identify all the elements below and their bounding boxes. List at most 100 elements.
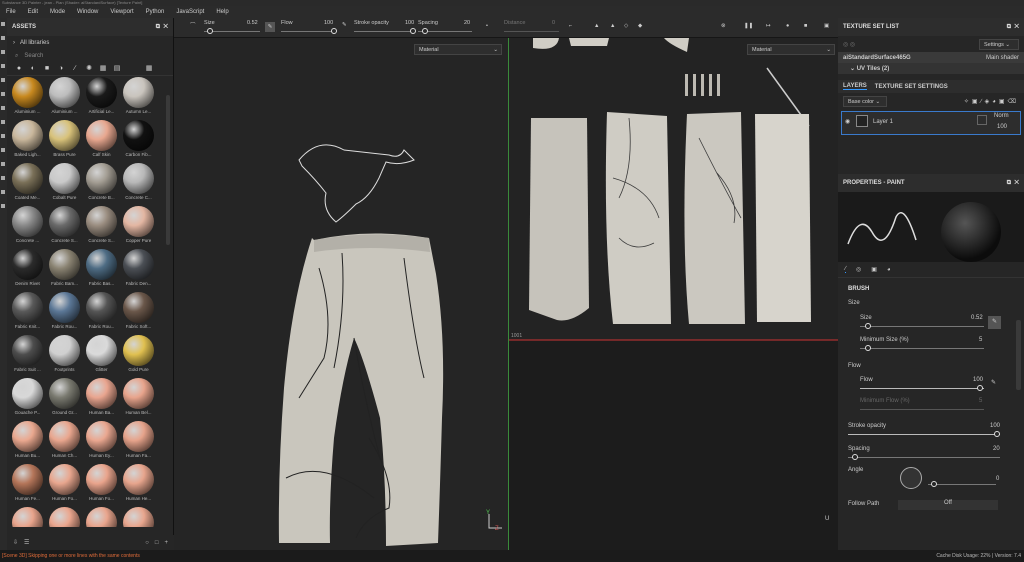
- toolbar-flow-value[interactable]: 100: [324, 20, 333, 26]
- menu-item-window[interactable]: Window: [71, 9, 104, 15]
- visibility-icons[interactable]: ◎ ◎: [843, 41, 855, 48]
- assets-scrollbar[interactable]: [166, 95, 170, 245]
- flow-pressure-icon[interactable]: ✎: [342, 22, 347, 28]
- viewport-3d[interactable]: Material ⌄ Y Z: [174, 38, 508, 550]
- flow-value[interactable]: 100: [973, 377, 983, 383]
- material-tile[interactable]: Carbon Fib...: [120, 120, 157, 163]
- material-tile[interactable]: Human Fo...: [83, 464, 120, 507]
- material-tile[interactable]: Human Ey...: [83, 421, 120, 464]
- angle-slider[interactable]: [928, 484, 996, 485]
- material-tab-icon[interactable]: ◕: [887, 267, 891, 273]
- menu-item-python[interactable]: Python: [140, 9, 171, 15]
- material-tile[interactable]: Fabric Suit ...: [9, 335, 46, 378]
- mask-filter-icon[interactable]: ■: [43, 65, 51, 73]
- material-tile[interactable]: Human Ch...: [46, 421, 83, 464]
- material-tile[interactable]: Human Ba...: [83, 378, 120, 421]
- material-tile[interactable]: [120, 507, 157, 527]
- material-tile[interactable]: Calf Skin: [83, 120, 120, 163]
- flow-slider[interactable]: [860, 388, 984, 389]
- stroke-opacity-slider[interactable]: [848, 434, 1000, 435]
- viewport-2d[interactable]: Material ⌄ 1001 U: [508, 38, 839, 550]
- spacing-slider[interactable]: [848, 457, 1000, 458]
- toolbar-flow-knob[interactable]: [331, 28, 337, 34]
- material-tile[interactable]: Cobalt Pure: [46, 163, 83, 206]
- menu-item-edit[interactable]: Edit: [22, 9, 44, 15]
- close-view-icon[interactable]: ⊗: [721, 23, 726, 29]
- straight-line-icon[interactable]: ⌐: [569, 23, 572, 29]
- shape-icon-2[interactable]: ▲: [610, 23, 615, 29]
- size-knob[interactable]: [865, 323, 871, 329]
- material-tile[interactable]: Fabric Rou...: [83, 292, 120, 335]
- material-tile[interactable]: Fabric Knit...: [9, 292, 46, 335]
- material-tile[interactable]: Gouache P...: [9, 378, 46, 421]
- material-tile[interactable]: Concrete S...: [46, 206, 83, 249]
- material-tile[interactable]: Baked Ligh...: [9, 120, 46, 163]
- min-size-knob[interactable]: [865, 345, 871, 351]
- alpha-tab-icon[interactable]: ◎: [856, 266, 861, 273]
- material-tile[interactable]: Brass Pure: [46, 120, 83, 163]
- search-input[interactable]: Search: [24, 53, 43, 59]
- tool-icons[interactable]: [0, 18, 7, 218]
- menu-item-file[interactable]: File: [0, 9, 22, 15]
- refresh-icon[interactable]: ○: [145, 540, 149, 546]
- toolbar-stroke-slider[interactable]: [354, 31, 415, 32]
- material-tile[interactable]: Concrete B...: [83, 163, 120, 206]
- brush-filter-icon[interactable]: ∕: [71, 65, 79, 73]
- stroke-opacity-knob[interactable]: [994, 431, 1000, 437]
- material-tile[interactable]: Human Fe...: [9, 464, 46, 507]
- material-tile[interactable]: Fabric Bam...: [46, 249, 83, 292]
- lazy-mouse-icon[interactable]: •: [486, 23, 488, 29]
- layer-row[interactable]: ◉ Layer 1 Norm 100: [841, 111, 1021, 135]
- material-tile[interactable]: Human Fa...: [120, 421, 157, 464]
- spacing-value[interactable]: 20: [993, 446, 1000, 452]
- flow-pressure-icon[interactable]: ✎: [991, 379, 996, 386]
- toolbar-distance-slider[interactable]: [504, 31, 559, 32]
- material-tile[interactable]: Artificial Le...: [83, 77, 120, 120]
- stencil-tab-icon[interactable]: ▣: [871, 266, 877, 273]
- paint-mode-icon-2[interactable]: ◆: [638, 23, 642, 29]
- brush-tab-icon[interactable]: ∕: [845, 266, 847, 273]
- flow-knob[interactable]: [977, 385, 983, 391]
- min-flow-slider[interactable]: [860, 409, 984, 410]
- size-slider[interactable]: [860, 326, 984, 327]
- texture-filter-icon[interactable]: ▦: [99, 65, 107, 73]
- smart-material-filter-icon[interactable]: ◐: [29, 65, 37, 73]
- pause-icon[interactable]: ❚❚: [744, 23, 753, 29]
- material-tile[interactable]: Fabric Soft...: [120, 292, 157, 335]
- material-tile[interactable]: Copper Pure: [120, 206, 157, 249]
- lighting-icon[interactable]: ●: [786, 23, 789, 29]
- material-tile[interactable]: Fabric Rou...: [46, 292, 83, 335]
- material-tile[interactable]: Human Bu...: [9, 421, 46, 464]
- texture-set-row[interactable]: aiStandardSurface465G Main shader: [838, 52, 1024, 63]
- all-libraries-row[interactable]: › All libraries: [7, 36, 173, 50]
- min-size-slider[interactable]: [860, 348, 984, 349]
- channel-dropdown[interactable]: Base color ⌄: [843, 95, 887, 107]
- toolbar-stroke-knob[interactable]: [410, 28, 416, 34]
- material-tile[interactable]: Fabric Den...: [120, 249, 157, 292]
- material-tile[interactable]: Autumn Le...: [120, 77, 157, 120]
- toolbar-spacing-value[interactable]: 20: [464, 20, 470, 26]
- material-tile[interactable]: Glitter: [83, 335, 120, 378]
- material-filter-icon[interactable]: ●: [15, 65, 23, 73]
- material-tile[interactable]: Concrete C...: [120, 163, 157, 206]
- environment-filter-icon[interactable]: ▤: [113, 65, 121, 73]
- grid-view-icon[interactable]: ▦: [145, 65, 153, 73]
- layer-blend-mode[interactable]: Norm: [994, 113, 1009, 119]
- menu-item-help[interactable]: Help: [210, 9, 234, 15]
- properties-scrollbar[interactable]: [1016, 320, 1021, 390]
- material-tile[interactable]: Concrete S...: [83, 206, 120, 249]
- material-tile[interactable]: [9, 507, 46, 527]
- toolbar-stroke-value[interactable]: 100: [405, 20, 414, 26]
- float-icon[interactable]: ⧉: [156, 24, 160, 30]
- screenshot-icon[interactable]: ▣: [824, 23, 829, 29]
- float-icon[interactable]: ⧉ ✕: [1007, 180, 1019, 187]
- smart-mask-filter-icon[interactable]: ◑: [57, 65, 65, 73]
- layer-opacity[interactable]: 100: [997, 124, 1007, 130]
- material-tile[interactable]: Fabric Bas...: [83, 249, 120, 292]
- toolbar-distance-value[interactable]: 0: [552, 20, 555, 26]
- follow-path-value[interactable]: Off: [898, 500, 998, 510]
- camera-move-icon[interactable]: ↦: [766, 23, 771, 29]
- tab-layers[interactable]: LAYERS: [843, 83, 867, 90]
- viewport-2d-channel-dropdown[interactable]: Material ⌄: [747, 44, 835, 55]
- close-icon[interactable]: ✕: [163, 24, 168, 30]
